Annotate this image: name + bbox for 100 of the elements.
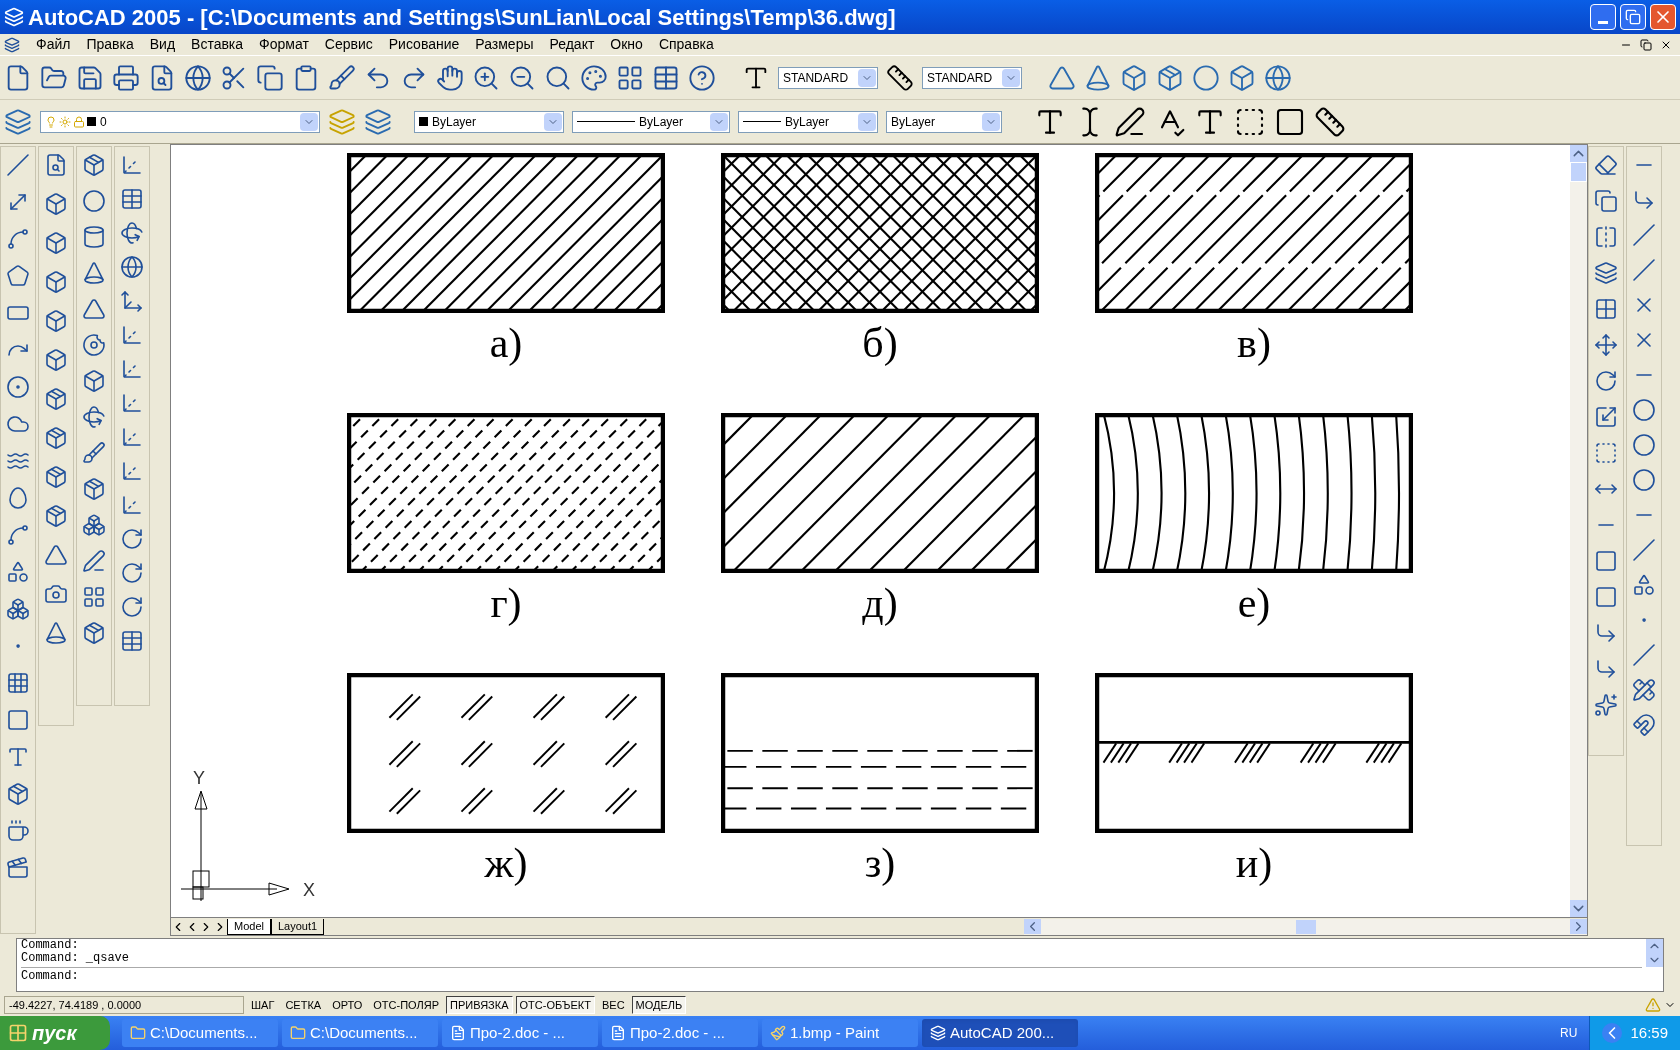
ucs-move-icon[interactable] [120,289,144,313]
cylinder-icon[interactable] [82,225,106,249]
solid-cube-icon[interactable] [82,621,106,645]
linetype-dropdown[interactable]: ByLayer [572,110,730,133]
scroll-down-icon[interactable] [1570,900,1587,917]
shaded-cube-icon[interactable] [1228,63,1256,92]
menu-item[interactable]: Файл [28,34,79,55]
close-button[interactable] [1650,4,1676,30]
cube-icon[interactable] [44,231,68,255]
taskbar-button[interactable]: AutoCAD 200... [922,1019,1078,1047]
taskbar-button[interactable]: Про-2.doc - ... [602,1019,758,1047]
expand-tray-icon[interactable] [1602,1023,1623,1043]
taskbar-button[interactable]: Про-2.doc - ... [442,1019,598,1047]
cone-icon[interactable] [44,621,68,645]
scale-icon[interactable] [1594,405,1618,429]
block-icon[interactable] [6,597,30,621]
solid-cube-icon[interactable] [44,426,68,450]
extrude-icon[interactable] [82,369,106,393]
scroll-up-icon[interactable] [1646,939,1663,953]
cube-icon[interactable] [44,270,68,294]
horizontal-scrollbar[interactable] [1024,918,1587,935]
status-toggle[interactable]: ОТС-ОБЪЕКТ [515,996,595,1014]
cube-icon[interactable] [44,309,68,333]
cone-icon[interactable] [82,261,106,285]
ucs-z-rotate-icon[interactable] [120,595,144,619]
view-icon[interactable] [44,153,68,177]
taskbar-button[interactable]: C:\Documents... [122,1019,278,1047]
revolve-icon[interactable] [82,405,106,429]
dimension-style-dropdown[interactable]: STANDARD [922,66,1022,89]
layout-tab[interactable]: Layout1 [270,918,325,935]
scroll-right-icon[interactable] [1570,919,1587,934]
menu-item[interactable]: Формат [251,34,317,55]
box-icon[interactable] [82,153,106,177]
explode-icon[interactable] [1594,693,1618,717]
color-dropdown[interactable]: ByLayer [414,110,564,133]
text-icon[interactable] [6,745,30,769]
ucs-globe-icon[interactable] [120,255,144,279]
menu-item[interactable]: Размеры [467,34,542,55]
taskbar-button[interactable]: 1.bmp - Paint [762,1019,918,1047]
ucs-icon[interactable] [120,153,144,177]
menu-item[interactable]: Сервис [316,34,381,55]
layer-dropdown[interactable]: 0 [40,110,320,133]
status-toggle[interactable]: ВЕС [598,996,629,1014]
circle-icon[interactable] [6,375,30,399]
ucs-z-icon[interactable] [120,459,144,483]
language-indicator[interactable]: RU [1560,1024,1578,1042]
scroll-thumb[interactable] [1295,919,1316,934]
restore-button[interactable] [1620,4,1646,30]
wedge-icon[interactable] [82,297,106,321]
minimize-button[interactable] [1590,4,1616,30]
copy-icon[interactable] [1594,189,1618,213]
ucs-rotate-icon[interactable] [120,221,144,245]
solid-cube-icon[interactable] [44,387,68,411]
status-toggle[interactable]: МОДЕЛЬ [631,996,687,1014]
triangle-icon[interactable] [44,543,68,567]
command-input[interactable]: Command: [21,967,1642,983]
ucs-y-icon[interactable] [120,561,144,585]
copy-icon[interactable] [256,63,284,92]
lineweight-dropdown[interactable]: ByLayer [738,110,878,133]
menu-item[interactable]: Справка [650,34,722,55]
polyline-icon[interactable] [6,227,30,251]
magnet-icon[interactable] [1632,713,1656,737]
ucs-apply-icon[interactable] [120,629,144,653]
mirror-icon[interactable] [1594,225,1618,249]
solid-cube-icon[interactable] [44,504,68,528]
ucs-face-icon[interactable] [120,357,144,381]
scroll-left-icon[interactable] [1024,919,1042,934]
layers-icon[interactable] [4,107,32,136]
ucs-object-icon[interactable] [120,323,144,347]
cube-icon[interactable] [44,348,68,372]
move-icon[interactable] [1594,333,1618,357]
drawing-canvas[interactable]: а) б) в) г) д) е) ж) з) и) Y X [171,145,1570,917]
ucs-x-icon[interactable] [120,527,144,551]
polygon-icon[interactable] [6,264,30,288]
status-toggle[interactable]: ОРТО [328,996,367,1014]
offset-icon[interactable] [1594,261,1618,285]
menu-item[interactable]: Вид [141,34,184,55]
ucs-list-icon[interactable] [120,187,144,211]
box-icon[interactable] [6,782,30,806]
menu-item[interactable]: Окно [602,34,651,55]
camera-icon[interactable] [44,582,68,606]
status-toggle[interactable]: СЕТКА [281,996,326,1014]
properties-icon[interactable] [580,63,608,92]
solid-cube-icon[interactable] [44,465,68,489]
globe-icon[interactable] [1264,63,1292,92]
start-button[interactable]: пуск [0,1016,110,1050]
menu-item[interactable]: Редакт [541,34,603,55]
status-toggle[interactable]: ОТС-ПОЛЯР [369,996,444,1014]
dimension-style-icon[interactable] [886,63,914,92]
cone-icon[interactable] [1084,63,1112,92]
brush-icon[interactable] [328,63,356,92]
solid-cube-icon[interactable] [1156,63,1184,92]
layer-match-icon[interactable] [364,107,392,136]
cube-icon[interactable] [1120,63,1148,92]
pan-hand-icon[interactable] [436,63,464,92]
sphere-icon[interactable] [1192,63,1220,92]
ellipse-arc-icon[interactable] [6,523,30,547]
restore-icon[interactable] [1640,38,1652,51]
hatch-icon[interactable] [6,671,30,695]
plot-style-dropdown[interactable]: ByLayer [886,110,1002,133]
